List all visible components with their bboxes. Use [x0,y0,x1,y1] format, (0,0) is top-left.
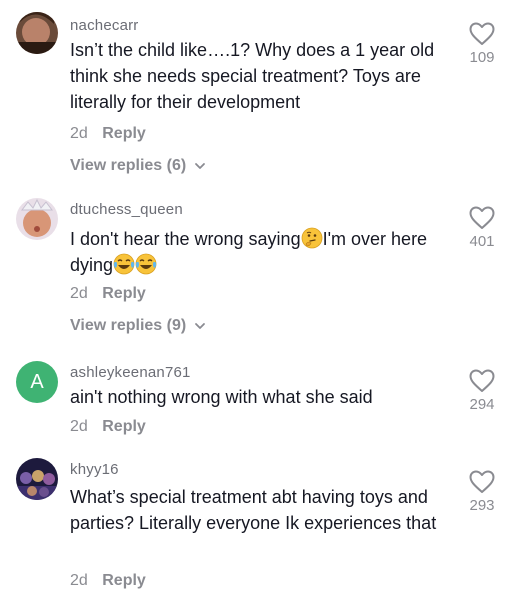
like-count: 401 [469,233,495,250]
like-count: 109 [469,49,495,66]
comment-item: nachecarr Isn’t the child like….1? Why d… [0,0,520,185]
comment-text-part: I don't hear the wrong saying [70,229,301,249]
view-replies-button[interactable]: View replies (9) [70,317,206,335]
comment-item: khyy16 What’s special treatment abt havi… [0,452,520,600]
heart-outline-icon [469,470,495,494]
comment-age: 2d [70,572,88,589]
chevron-down-icon [194,320,206,332]
comment-item: dtuchess_queen I don't hear the wrong sa… [0,190,520,350]
comment-meta: 2d Reply [70,125,146,143]
avatar-photo-icon [16,458,58,500]
like-button[interactable]: 401 [462,206,502,250]
heart-outline-icon [469,206,495,230]
reply-button[interactable]: Reply [102,285,146,302]
heart-outline-icon [469,369,495,393]
comment-text: What’s special treatment abt having toys… [70,487,437,533]
avatar[interactable] [16,458,58,500]
comment-text: ain't nothing wrong with what she said [70,387,373,407]
comment-text: I don't hear the wrong saying I'm over he… [70,226,460,278]
comment-username[interactable]: nachecarr [70,17,139,34]
comment-text: Isn’t the child like….1? Why does a 1 ye… [70,40,435,112]
avatar[interactable]: A [16,361,58,403]
avatar[interactable] [16,198,58,240]
comment-meta: 2d Reply [70,285,146,303]
tears-of-joy-emoji [113,253,135,275]
comment-age: 2d [70,125,88,142]
thinking-face-emoji [301,227,323,249]
reply-button[interactable]: Reply [102,572,146,589]
reply-button[interactable]: Reply [102,418,146,435]
comment-age: 2d [70,418,88,435]
view-replies-button[interactable]: View replies (6) [70,157,206,175]
avatar-photo-icon [16,12,58,54]
tears-of-joy-emoji [135,253,157,275]
comment-meta: 2d Reply [70,418,146,436]
like-button[interactable]: 109 [462,22,502,66]
comment-username[interactable]: ashleykeenan761 [70,364,191,381]
avatar-letter: A [30,370,44,393]
chevron-down-icon [194,160,206,172]
like-count: 294 [469,396,495,413]
comment-username[interactable]: khyy16 [70,461,119,478]
avatar-photo-icon [16,198,58,240]
like-count: 293 [469,497,495,514]
view-replies-label: View replies (9) [70,317,187,334]
comment-username[interactable]: dtuchess_queen [70,201,183,218]
view-replies-label: View replies (6) [70,157,187,174]
comment-age: 2d [70,285,88,302]
comment-item: A ashleykeenan761 ain't nothing wrong wi… [0,355,520,445]
comment-meta: 2d Reply [70,572,146,590]
reply-button[interactable]: Reply [102,125,146,142]
like-button[interactable]: 294 [462,369,502,413]
heart-outline-icon [469,22,495,46]
avatar[interactable] [16,12,58,54]
like-button[interactable]: 293 [462,470,502,514]
